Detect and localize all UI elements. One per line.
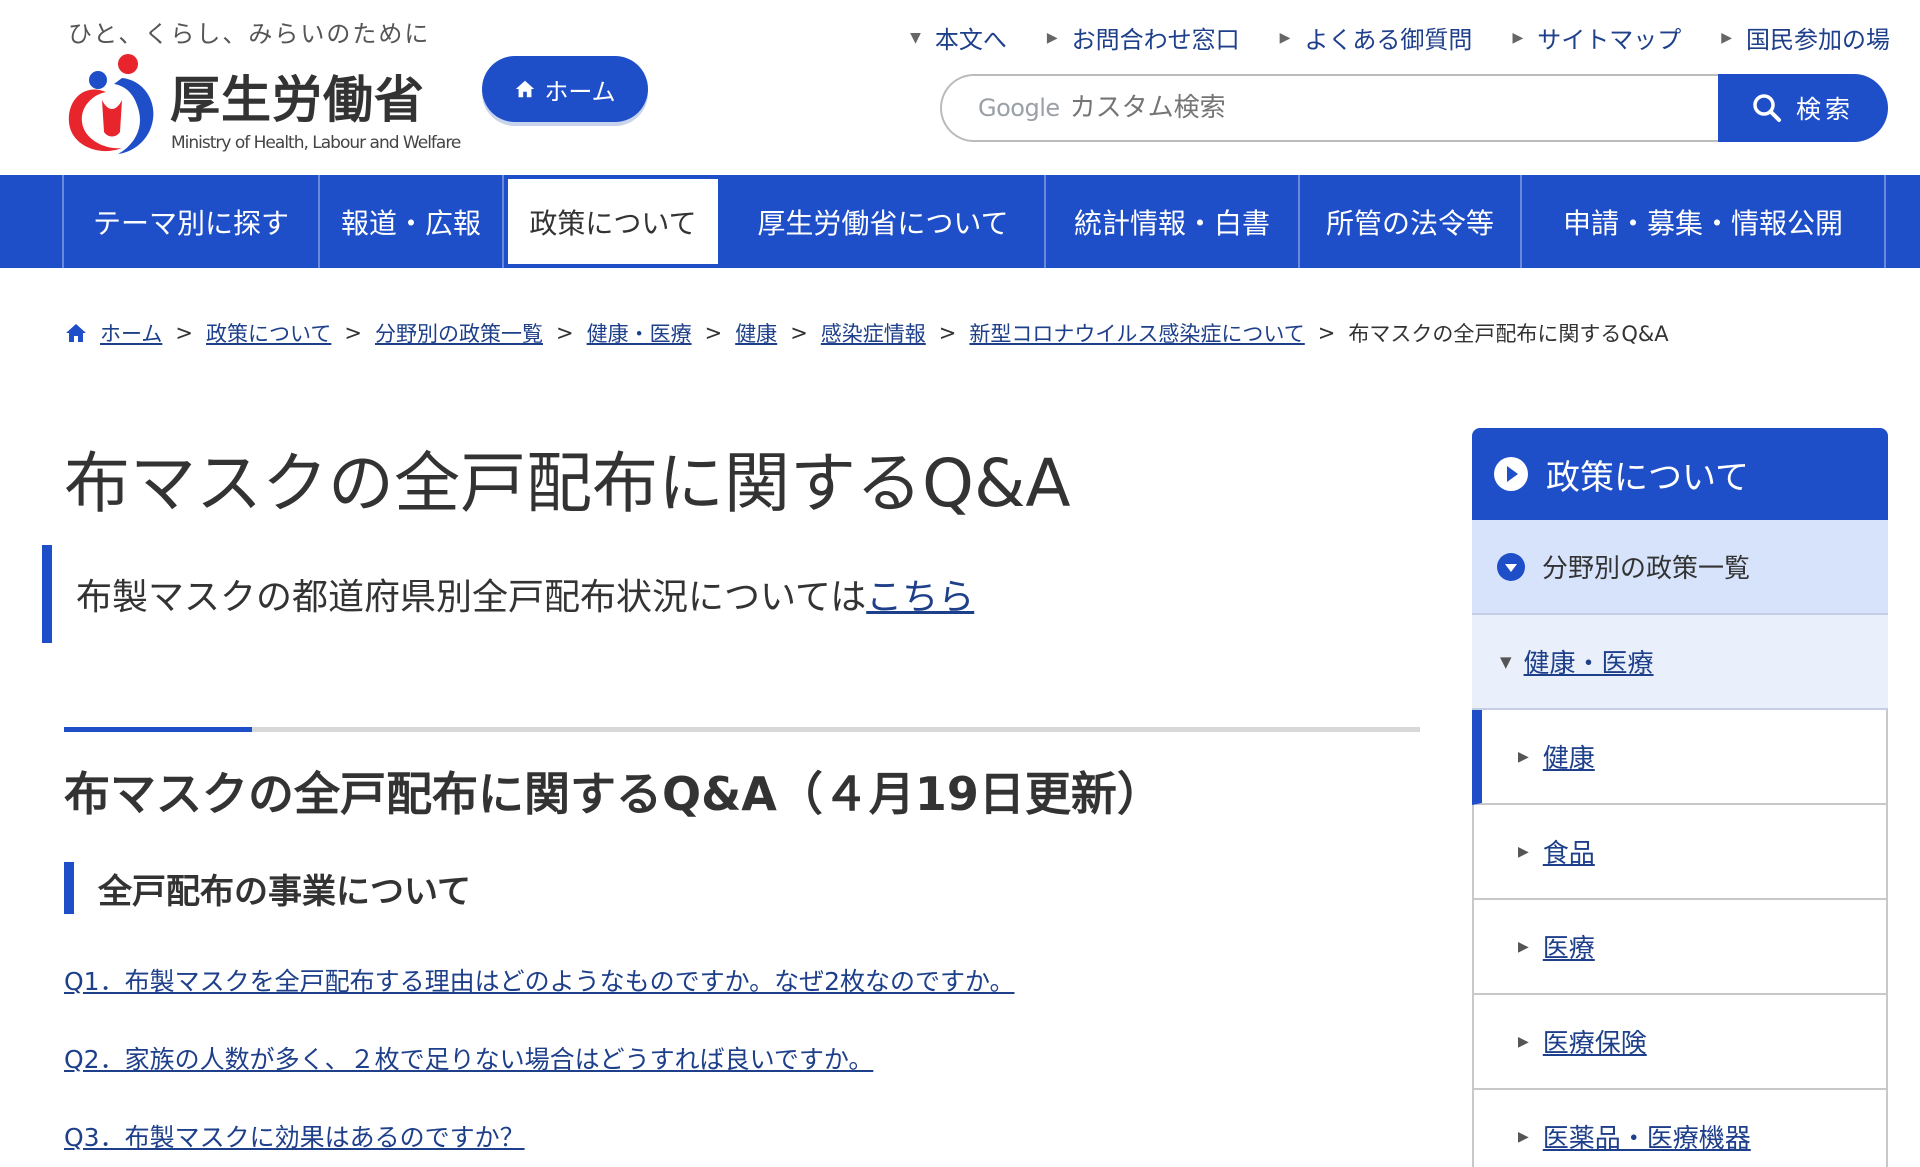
sidebar-item-food[interactable]: ▶ 食品: [1472, 805, 1888, 900]
question-link-q1[interactable]: Q1．布製マスクを全戸配布する理由はどのようなものですか。なぜ2枚なのですか。: [64, 962, 1015, 998]
breadcrumb-separator: >: [1317, 321, 1336, 345]
gnav-about-ministry[interactable]: 厚生労働省について: [722, 175, 1046, 268]
breadcrumb-link-health-medical[interactable]: 健康・医療: [587, 318, 692, 348]
breadcrumb-link-health[interactable]: 健康: [735, 318, 777, 348]
triangle-right-icon: ▶: [1518, 938, 1529, 955]
sidebar-subheading-label: 分野別の政策一覧: [1542, 554, 1751, 584]
home-icon: [66, 324, 86, 342]
breadcrumb-separator: >: [555, 321, 574, 345]
search-button-label: 検索: [1795, 95, 1854, 124]
global-nav: テーマ別に探す 報道・広報 政策について 厚生労働省について 統計情報・白書 所…: [0, 175, 1920, 268]
sidebar-item-medical-insurance[interactable]: ▶ 医療保険: [1472, 995, 1888, 1090]
sidebar-heading-label: 政策について: [1546, 457, 1749, 498]
gnav-policy[interactable]: 政策について: [504, 175, 722, 268]
sidebar-item-label[interactable]: 医療保険: [1543, 1023, 1647, 1060]
breadcrumb-link-policy[interactable]: 政策について: [206, 318, 331, 348]
breadcrumb-link-infectious[interactable]: 感染症情報: [821, 318, 926, 348]
triangle-right-icon: ▶: [1518, 748, 1529, 765]
triangle-down-icon: ▼: [1500, 652, 1512, 671]
notice-link[interactable]: こちら: [866, 568, 974, 620]
page-title: 布マスクの全戸配布に関するQ&A: [64, 445, 1071, 522]
breadcrumb-separator: >: [938, 321, 957, 345]
utility-nav: ▼ 本文へ ▶ お問合わせ窓口 ▶ よくある御質問 ▶ サイトマップ ▶ 国民参加の場: [910, 20, 1890, 55]
triangle-down-icon: ▼: [910, 29, 921, 46]
circle-arrow-right-icon: [1494, 457, 1528, 491]
question-link-q2[interactable]: Q2．家族の人数が多く、２枚で足りない場合はどうすれば良いですか。: [64, 1040, 873, 1076]
site-tagline: ひと、くらし、みらいのために: [68, 20, 431, 48]
breadcrumb-current: 布マスクの全戸配布に関するQ&A: [1348, 322, 1669, 346]
sidebar-item-label[interactable]: 医療: [1543, 928, 1595, 965]
site-header: ひと、くらし、みらいのために 厚生労働省 Ministry of Health,…: [0, 0, 1920, 175]
breadcrumb-link-policy-list[interactable]: 分野別の政策一覧: [375, 318, 543, 348]
util-link-faq[interactable]: ▶ よくある御質問: [1280, 20, 1473, 55]
triangle-right-icon: ▶: [1518, 843, 1529, 860]
logo-english: Ministry of Health, Labour and Welfare: [171, 133, 461, 153]
notice-text: 布製マスクの都道府県別全戸配布状況については: [76, 577, 867, 618]
breadcrumb: ホーム > 政策について > 分野別の政策一覧 > 健康・医療 > 健康 > 感…: [64, 318, 1669, 348]
sidebar-category[interactable]: ▼ 健康・医療: [1472, 615, 1888, 710]
triangle-right-icon: ▶: [1518, 1128, 1529, 1145]
question-link-q3[interactable]: Q3．布製マスクに効果はあるのですか？: [64, 1118, 525, 1154]
gnav-theme[interactable]: テーマ別に探す: [64, 175, 320, 268]
sidebar-heading[interactable]: 政策について: [1472, 428, 1888, 520]
triangle-right-icon: ▶: [1046, 29, 1058, 46]
global-nav-edge: [0, 175, 64, 268]
gnav-statistics[interactable]: 統計情報・白書: [1046, 175, 1300, 268]
search-box[interactable]: Google: [940, 74, 1720, 142]
logo-wordmark[interactable]: 厚生労働省: [170, 60, 425, 132]
notice-box: 布製マスクの都道府県別全戸配布状況については こちら: [42, 545, 974, 643]
circle-arrow-down-icon: [1497, 552, 1525, 581]
subsection-heading: 全戸配布の事業について: [64, 862, 471, 914]
breadcrumb-separator: >: [790, 321, 808, 345]
ministry-logo-icon[interactable]: [62, 52, 160, 156]
section-divider-accent: [64, 727, 252, 732]
google-brand-label: Google: [978, 94, 1060, 122]
triangle-right-icon: ▶: [1512, 29, 1524, 46]
util-link-participation[interactable]: ▶ 国民参加の場: [1721, 20, 1890, 55]
sidebar: 政策について 分野別の政策一覧 ▼ 健康・医療 ▶ 健康 ▶ 食品 ▶ 医療 ▶…: [1472, 428, 1888, 1167]
triangle-right-icon: ▶: [1518, 1033, 1529, 1050]
util-link-main-content[interactable]: ▼ 本文へ: [910, 20, 1007, 55]
search-button[interactable]: 検索: [1718, 74, 1888, 142]
sidebar-item-label[interactable]: 医薬品・医療機器: [1543, 1118, 1751, 1155]
sidebar-category-link[interactable]: 健康・医療: [1524, 643, 1654, 680]
util-link-sitemap[interactable]: ▶ サイトマップ: [1512, 20, 1681, 55]
triangle-right-icon: ▶: [1721, 29, 1732, 46]
sidebar-item-label[interactable]: 食品: [1543, 833, 1595, 870]
breadcrumb-separator: >: [344, 321, 362, 345]
site-search: Google 検索: [940, 74, 1888, 142]
breadcrumb-separator: >: [704, 321, 723, 345]
sidebar-item-pharma-devices[interactable]: ▶ 医薬品・医療機器: [1472, 1090, 1888, 1167]
search-icon: [1753, 94, 1781, 122]
sidebar-item-health[interactable]: ▶ 健康: [1472, 710, 1888, 805]
home-button-label: ホーム: [544, 77, 616, 106]
section-divider: [64, 727, 1420, 732]
breadcrumb-link-home[interactable]: ホーム: [100, 318, 162, 348]
home-button[interactable]: ホーム: [482, 56, 648, 122]
breadcrumb-link-covid[interactable]: 新型コロナウイルス感染症について: [969, 318, 1304, 348]
gnav-applications[interactable]: 申請・募集・情報公開: [1522, 175, 1886, 268]
search-input[interactable]: [1069, 93, 1630, 123]
sidebar-subheading[interactable]: 分野別の政策一覧: [1472, 520, 1888, 615]
triangle-right-icon: ▶: [1279, 29, 1291, 46]
sidebar-item-label[interactable]: 健康: [1543, 738, 1595, 775]
sidebar-item-medical[interactable]: ▶ 医療: [1472, 900, 1888, 995]
breadcrumb-separator: >: [175, 321, 193, 345]
util-link-contact[interactable]: ▶ お問合わせ窓口: [1047, 20, 1240, 55]
gnav-laws[interactable]: 所管の法令等: [1300, 175, 1522, 268]
home-icon: [516, 80, 535, 98]
section-heading: 布マスクの全戸配布に関するQ&A（４月19日更新）: [64, 767, 1163, 821]
gnav-press[interactable]: 報道・広報: [320, 175, 504, 268]
